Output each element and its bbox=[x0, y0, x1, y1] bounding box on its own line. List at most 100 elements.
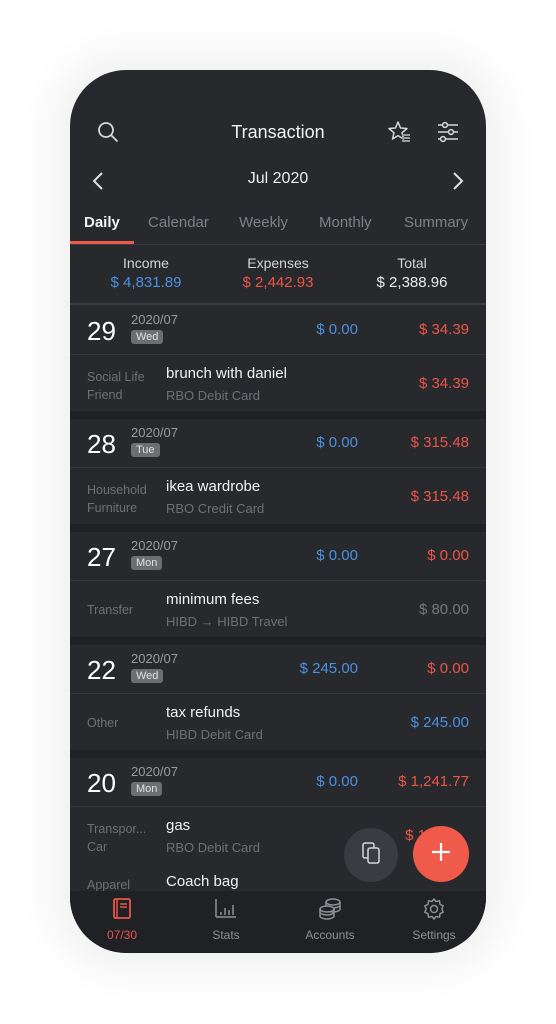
transaction-name: minimum fees bbox=[166, 591, 260, 608]
transaction-account: HIBD → HIBD Travel bbox=[166, 614, 288, 629]
tab-monthly[interactable]: Monthly bbox=[319, 214, 372, 231]
total-value: $ 2,388.96 bbox=[376, 274, 448, 291]
day-group: 29 2020/07 Wed $ 0.00 $ 34.39 Social Lif… bbox=[70, 306, 486, 420]
day-expense: $ 34.39 bbox=[418, 321, 469, 338]
category: Transpor... Car bbox=[87, 822, 147, 854]
star-list-icon[interactable] bbox=[386, 118, 414, 146]
day-number: 20 bbox=[87, 768, 116, 798]
transaction-name: gas bbox=[166, 817, 191, 834]
day-expense: $ 1,241.77 bbox=[398, 773, 469, 790]
filter-sliders-icon[interactable] bbox=[434, 118, 462, 146]
income-value: $ 4,831.89 bbox=[110, 274, 182, 291]
weekday-badge: Tue bbox=[131, 443, 160, 457]
nav-label: 07/30 bbox=[106, 928, 138, 942]
active-tab-indicator bbox=[70, 241, 134, 244]
tab-calendar[interactable]: Calendar bbox=[148, 214, 209, 231]
transaction-name: tax refunds bbox=[166, 704, 241, 721]
transaction-amount: $ 34.39 bbox=[418, 375, 469, 392]
day-number: 27 bbox=[87, 542, 116, 572]
transaction-item[interactable]: Transfer minimum fees HIBD → HIBD Travel… bbox=[70, 581, 486, 637]
total-label: Total bbox=[397, 255, 427, 271]
add-transaction-button[interactable] bbox=[413, 826, 469, 882]
day-income: $ 0.00 bbox=[316, 773, 358, 790]
expenses-value: $ 2,442.93 bbox=[242, 274, 314, 291]
copy-button[interactable] bbox=[344, 828, 398, 882]
transaction-amount: $ 245.00 bbox=[410, 714, 469, 731]
total-summary: Total $ 2,388.96 bbox=[342, 255, 482, 291]
transaction-item[interactable]: Other tax refunds HIBD Debit Card $ 245.… bbox=[70, 694, 486, 750]
day-header[interactable]: 27 2020/07 Mon $ 0.00 $ 0.00 bbox=[70, 532, 486, 581]
category: Other bbox=[87, 716, 119, 730]
day-header[interactable]: 28 2020/07 Tue $ 0.00 $ 315.48 bbox=[70, 419, 486, 468]
day-income: $ 0.00 bbox=[316, 547, 358, 564]
top-bar: Transaction bbox=[70, 110, 486, 154]
income-label: Income bbox=[123, 255, 169, 271]
year-month: 2020/07 bbox=[131, 538, 178, 553]
nav-item-transactions[interactable]: 07/30 bbox=[70, 897, 174, 942]
transaction-account: RBO Credit Card bbox=[166, 501, 265, 516]
summary-bar: Income $ 4,831.89 Expenses $ 2,442.93 To… bbox=[70, 245, 486, 305]
phone-screen: Transaction Jul 2020 Daily Calendar Week… bbox=[70, 70, 486, 953]
transaction-account: RBO Debit Card bbox=[166, 388, 260, 403]
day-number: 29 bbox=[87, 316, 116, 346]
category: Social Life Friend bbox=[87, 370, 145, 402]
nav-item-stats[interactable]: Stats bbox=[174, 897, 278, 942]
nav-label: Stats bbox=[212, 928, 240, 942]
nav-item-settings[interactable]: Settings bbox=[382, 897, 486, 942]
gear-icon bbox=[422, 898, 446, 925]
weekday-badge: Mon bbox=[131, 782, 163, 796]
book-icon bbox=[111, 898, 133, 925]
day-group: 27 2020/07 Mon $ 0.00 $ 0.00 Transfer mi… bbox=[70, 532, 486, 646]
day-income: $ 0.00 bbox=[316, 434, 358, 451]
copy-icon bbox=[360, 841, 382, 870]
bar-chart-icon bbox=[214, 899, 238, 925]
year-month: 2020/07 bbox=[131, 764, 178, 779]
plus-icon bbox=[430, 841, 452, 868]
transaction-item[interactable]: Household Furniture ikea wardrobe RBO Cre… bbox=[70, 468, 486, 524]
month-label[interactable]: Jul 2020 bbox=[70, 170, 486, 188]
category: Household Furniture bbox=[87, 483, 147, 515]
nav-item-accounts[interactable]: Accounts bbox=[278, 897, 382, 942]
year-month: 2020/07 bbox=[131, 651, 178, 666]
transaction-item[interactable]: Social Life Friend brunch with daniel RBO… bbox=[70, 355, 486, 411]
month-navigator: Jul 2020 bbox=[70, 165, 486, 195]
transaction-account: HIBD Debit Card bbox=[166, 727, 263, 742]
tab-weekly[interactable]: Weekly bbox=[239, 214, 288, 231]
day-expense: $ 0.00 bbox=[427, 547, 469, 564]
year-month: 2020/07 bbox=[131, 312, 178, 327]
tab-daily[interactable]: Daily bbox=[84, 214, 120, 231]
nav-label: Accounts bbox=[305, 928, 355, 942]
day-number: 28 bbox=[87, 429, 116, 459]
page-title: Transaction bbox=[231, 122, 325, 142]
transaction-amount: $ 80.00 bbox=[418, 601, 469, 618]
transaction-name: Coach bag bbox=[166, 873, 239, 890]
transaction-name: ikea wardrobe bbox=[166, 478, 261, 495]
expenses-summary: Expenses $ 2,442.93 bbox=[208, 255, 348, 291]
day-expense: $ 0.00 bbox=[427, 660, 469, 677]
expenses-label: Expenses bbox=[247, 255, 309, 271]
day-income: $ 0.00 bbox=[316, 321, 358, 338]
day-expense: $ 315.48 bbox=[410, 434, 469, 451]
weekday-badge: Wed bbox=[131, 330, 164, 344]
transaction-account: RBO Debit Card bbox=[166, 840, 260, 855]
day-income: $ 245.00 bbox=[299, 660, 358, 677]
day-number: 22 bbox=[87, 655, 116, 685]
income-summary: Income $ 4,831.89 bbox=[76, 255, 216, 291]
day-header[interactable]: 20 2020/07 Mon $ 0.00 $ 1,241.77 bbox=[70, 758, 486, 807]
nav-label: Settings bbox=[412, 928, 456, 942]
day-header[interactable]: 29 2020/07 Wed $ 0.00 $ 34.39 bbox=[70, 306, 486, 355]
weekday-badge: Wed bbox=[131, 669, 164, 683]
chevron-right-icon[interactable] bbox=[444, 167, 472, 195]
tab-summary[interactable]: Summary bbox=[404, 214, 468, 231]
day-group: 22 2020/07 Wed $ 245.00 $ 0.00 Other tax… bbox=[70, 645, 486, 759]
transaction-name: brunch with daniel bbox=[166, 365, 287, 382]
weekday-badge: Mon bbox=[131, 556, 163, 570]
bottom-nav: 07/30 Stats Accounts Settings bbox=[70, 891, 486, 953]
view-tabs: Daily Calendar Weekly Monthly Summary bbox=[70, 210, 486, 245]
category: Transfer bbox=[87, 603, 134, 617]
year-month: 2020/07 bbox=[131, 425, 178, 440]
transaction-amount: $ 315.48 bbox=[410, 488, 469, 505]
day-header[interactable]: 22 2020/07 Wed $ 245.00 $ 0.00 bbox=[70, 645, 486, 694]
coins-icon bbox=[317, 898, 343, 925]
day-group: 28 2020/07 Tue $ 0.00 $ 315.48 Household… bbox=[70, 419, 486, 533]
